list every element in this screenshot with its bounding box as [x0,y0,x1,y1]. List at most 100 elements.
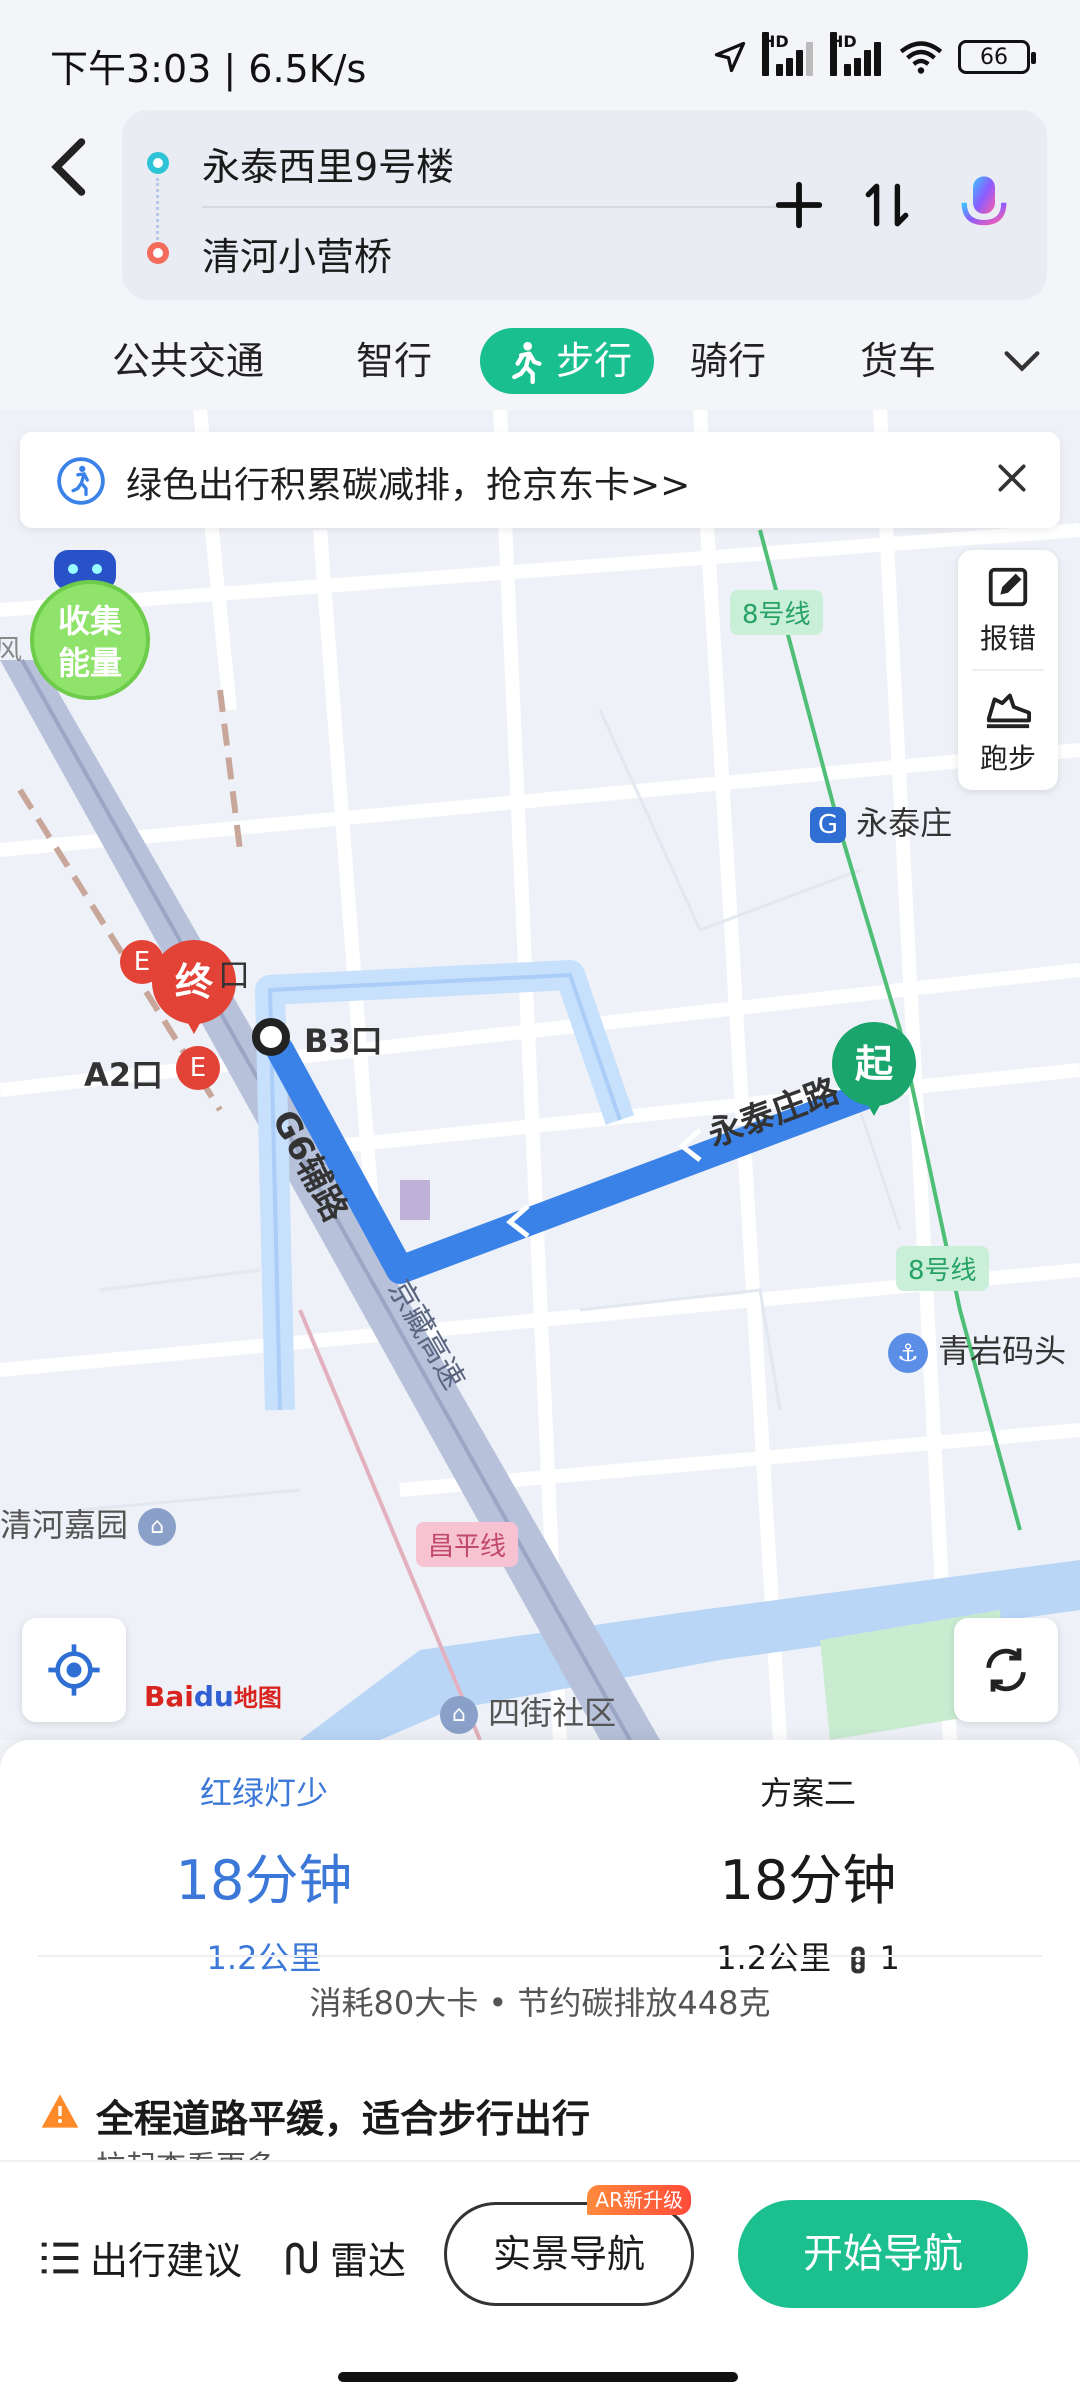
anchor-icon: ⚓ [888,1333,928,1373]
promo-banner-text: 绿色出行积累碳减排，抢京东卡>> [126,465,691,506]
line8-tag-top: 8号线 [730,590,823,635]
add-waypoint-button[interactable] [762,168,836,242]
wifi-icon [899,41,943,74]
tab-smart[interactable]: 智行 [356,328,432,394]
poi-sijie-label: 四街社区 [488,1694,617,1732]
chevron-down-icon[interactable] [998,338,1046,384]
tab-walk-label: 步行 [556,339,633,383]
poi-qingyan-label: 青岩码头 [938,1332,1067,1370]
travel-advice-label: 出行建议 [90,2239,243,2283]
end-dot-icon [147,242,169,264]
plan1-tag: 红绿灯少 [199,1774,328,1812]
plan2-time: 18分钟 [719,1849,897,1912]
tab-public-transit[interactable]: 公共交通 [112,328,264,394]
poi-sijie[interactable]: ⌂ 四街社区 [440,1688,616,1734]
line8-tag-right: 8号线 [896,1246,989,1291]
plan2-lights: 1 [879,1939,900,1977]
sheet-divider [38,1955,1042,1957]
route-card: 永泰西里9号楼 清河小营桥 [122,110,1047,300]
changping-line-tag: 昌平线 [416,1522,519,1567]
battery-icon: 66 [958,40,1036,74]
voice-input-button[interactable] [942,168,1026,242]
radar-icon [286,2240,317,2275]
home-indicator[interactable] [338,2372,738,2382]
swap-icon [865,183,909,227]
collect-energy-badge[interactable]: 收集 能量 [30,550,150,700]
close-icon[interactable] [992,458,1032,498]
status-time: 下午3:03 | 6.5K/s [50,47,367,91]
metro-icon: G [810,807,846,843]
location-arrow-icon [714,41,746,73]
plan-option-2[interactable]: 方案二 18分钟 1.2公里 1 [578,1768,1038,1979]
ar-navigation-label: 实景导航 [492,2232,645,2276]
plan1-time: 18分钟 [175,1849,353,1912]
map-label-wind: 风 [0,633,23,666]
start-dot-icon [147,152,169,174]
calorie-summary: 消耗80大卡 • 节约碳排放448克 [309,1984,771,2022]
warning-triangle-icon [41,2094,79,2128]
exit-icon-1: E [120,940,164,984]
poi-qinghe-garden-label: 清河嘉园 [0,1506,129,1544]
cell-signal-icon-2: HD [830,32,884,76]
walk-icon [512,341,542,384]
house-icon: ⌂ [138,1508,177,1546]
travel-mode-tabs: 公共交通 智行 步行 骑行 货车 [0,310,1080,410]
refresh-route-button[interactable] [954,1618,1058,1722]
action-bar: 出行建议 雷达 实景导航 AR新升级 开始导航 [0,2160,1080,2400]
end-location-field[interactable]: 清河小营桥 [202,226,392,281]
status-icons: HD HD 66 [712,32,1036,76]
exit-label-a2: A2口 [84,1056,164,1094]
energy-line1: 收集 [57,602,122,640]
plan2-distance: 1.2公里 [716,1939,832,1977]
start-marker-label: 起 [832,1022,916,1106]
microphone-icon [961,176,1007,234]
poi-qinghe-garden[interactable]: 清河嘉园 ⌂ [0,1500,177,1546]
plan-option-1[interactable]: 红绿灯少 18分钟 1.2公里 [34,1768,494,1979]
traffic-light-icon [851,1946,865,1974]
start-location-field[interactable]: 永泰西里9号楼 [202,136,454,191]
energy-circle: 收集 能量 [30,580,150,700]
list-icon [41,2242,79,2273]
run-mode-button[interactable]: 跑步 [958,670,1058,790]
poi-yongtaizhuang[interactable]: G 永泰庄 [810,798,952,844]
crosshair-icon [48,1644,100,1696]
target-point-icon [252,1018,290,1056]
route-tip: 全程道路平缓，适合步行出行 [96,2097,591,2141]
travel-advice-button[interactable]: 出行建议 [40,2230,242,2285]
back-arrow-icon[interactable] [44,132,94,202]
start-marker[interactable]: 起 [832,1022,916,1116]
exit-label-mouth: 口 [218,956,251,994]
map-view[interactable]: 绿色出行积累碳减排，抢京东卡>> 报错 跑步 收集 能量 风 8号线 G 永泰庄… [0,410,1080,1740]
start-navigation-button[interactable]: 开始导航 [738,2200,1028,2308]
promo-banner[interactable]: 绿色出行积累碳减排，抢京东卡>> [20,432,1060,528]
baidu-map-logo: Baidu地图 [144,1680,282,1713]
map-side-tools: 报错 跑步 [958,550,1058,790]
shoe-icon [986,693,1032,729]
plan2-tag: 方案二 [759,1774,856,1812]
exit-label-b3: B3口 [304,1022,383,1060]
house-icon-2: ⌂ [440,1696,478,1734]
route-header: 永泰西里9号楼 清河小营桥 [0,110,1080,310]
tab-walk[interactable]: 步行 [480,328,655,394]
swap-route-button[interactable] [850,168,924,242]
plus-icon [775,181,823,229]
run-mode-label: 跑步 [979,742,1036,775]
ar-upgrade-badge: AR新升级 [587,2185,691,2215]
report-error-button[interactable]: 报错 [958,550,1058,670]
status-bar: 下午3:03 | 6.5K/s HD HD 66 [0,0,1080,110]
radar-label: 雷达 [330,2239,407,2283]
edit-icon [988,567,1028,607]
poi-qingyan[interactable]: ⚓ 青岩码头 [888,1326,1066,1373]
ar-navigation-button[interactable]: 实景导航 AR新升级 [444,2185,694,2306]
report-error-label: 报错 [979,622,1036,655]
exit-icon-2: E [176,1046,220,1090]
refresh-icon [986,1648,1026,1692]
tab-cycling[interactable]: 骑行 [690,328,766,394]
locate-me-button[interactable] [22,1618,126,1722]
route-divider [202,206,822,208]
radar-button[interactable]: 雷达 [280,2230,406,2285]
walk-circle-icon [57,457,105,505]
energy-line2: 能量 [57,644,122,682]
tab-truck[interactable]: 货车 [860,328,936,394]
poi-yongtaizhuang-label: 永泰庄 [856,804,953,842]
